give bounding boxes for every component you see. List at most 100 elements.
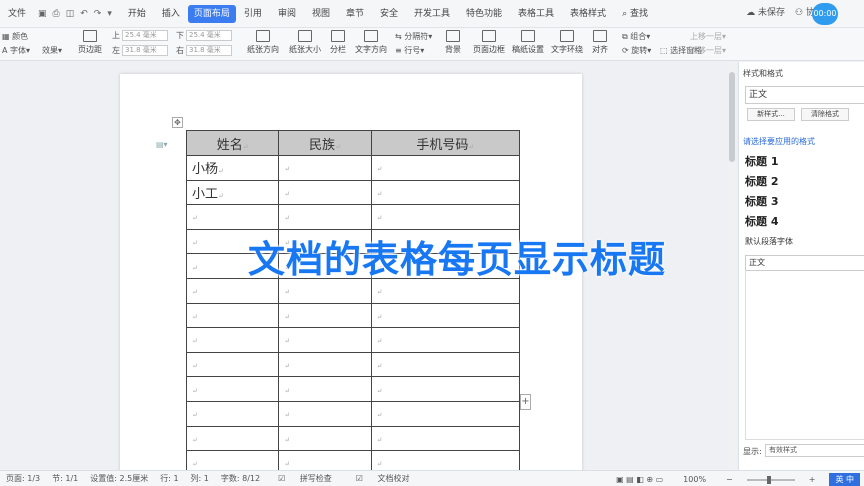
table-cell[interactable]: ↵ (185, 425, 280, 452)
spell-check-toggle[interactable]: ☑ 拼写检查 (266, 473, 344, 484)
style-heading-1[interactable]: 标题 1 (745, 152, 864, 172)
proofread-button[interactable]: ☑ 文档校对 (344, 473, 422, 484)
text-wrap-button[interactable]: 文字环绕 (551, 30, 583, 55)
table-cell[interactable]: ↵ (370, 400, 521, 427)
margins-button[interactable]: 页边距 (78, 30, 102, 55)
header-cell-phone[interactable]: 手机号码↵ (370, 130, 521, 156)
table-cell[interactable]: ↵ (370, 450, 521, 470)
menu-item-insert[interactable]: 插入 (154, 5, 188, 23)
page-border-button[interactable]: 页面边框 (473, 30, 505, 55)
menu-item-page-layout[interactable]: 页面布局 (187, 4, 236, 23)
clear-format-button[interactable]: 清除格式 (801, 108, 849, 121)
table-cell[interactable]: ↵ (185, 376, 280, 402)
bottom-margin-field[interactable]: 25.4 毫米 (186, 30, 232, 41)
text-direction-button[interactable]: 文字方向 (355, 30, 387, 55)
table-cell[interactable]: 小杨↵ (185, 155, 280, 181)
name-table[interactable]: 姓名↵ 民族↵ 手机号码↵ 小杨↵ ↵ ↵ 小工↵ ↵ ↵ ↵ ↵ ↵ ↵ ↵ ↵ ↵ ↵ ↵ ↵ ↵ ↵ ↵ ↵ ↵ ↵… (185, 130, 521, 470)
table-move-handle[interactable]: ✥ (172, 117, 183, 128)
table-cell[interactable]: ↵ (185, 327, 280, 353)
table-cell[interactable]: ↵ (278, 302, 372, 329)
add-row-button[interactable]: + (520, 394, 531, 410)
send-backward-button[interactable]: 下移一层▾ (690, 45, 726, 56)
theme-effect-button[interactable]: 效果▾ (42, 45, 62, 56)
save-icon[interactable]: ▣ (38, 9, 47, 19)
table-cell[interactable]: 小工↵ (185, 179, 280, 206)
scrollbar-thumb[interactable] (729, 72, 735, 162)
undo-icon[interactable]: ↶ (80, 9, 88, 19)
table-cell[interactable]: ↵ (185, 204, 280, 230)
paragraph-options-icon[interactable]: ▤▾ (156, 140, 168, 149)
unsaved-button[interactable]: ☁ 未保存 (746, 5, 785, 18)
grid-paper-button[interactable]: 稿纸设置 (512, 30, 544, 55)
word-count[interactable]: 字数: 8/12 (215, 473, 266, 484)
style-heading-2[interactable]: 标题 2 (745, 172, 864, 192)
avatar[interactable]: 00:00 (812, 3, 838, 25)
right-margin-field[interactable]: 31.8 毫米 (186, 45, 232, 56)
menu-item-features[interactable]: 特色功能 (458, 5, 510, 23)
file-menu[interactable]: 文件 (0, 5, 34, 23)
zoom-slider[interactable] (746, 475, 795, 484)
table-cell[interactable]: ↵ (370, 327, 521, 353)
preview-icon[interactable]: ◫ (66, 9, 75, 19)
zoom-slider-knob[interactable] (766, 475, 771, 484)
style-heading-4[interactable]: 标题 4 (745, 212, 864, 232)
zoom-in-icon[interactable]: + (803, 475, 822, 484)
menu-item-review[interactable]: 审阅 (270, 5, 304, 23)
table-cell[interactable]: ↵ (278, 450, 372, 470)
redo-icon[interactable]: ↷ (94, 9, 102, 19)
table-cell[interactable]: ↵ (370, 179, 521, 206)
style-heading-3[interactable]: 标题 3 (745, 192, 864, 212)
zoom-level[interactable]: 100% (677, 475, 712, 484)
dropdown-icon[interactable]: ▾ (107, 9, 112, 19)
menu-item-table-style[interactable]: 表格样式 (562, 5, 614, 23)
align-button[interactable]: 对齐 (592, 30, 608, 55)
group-button[interactable]: ⧉ 组合▾ (622, 31, 650, 42)
table-cell[interactable]: ↵ (370, 351, 521, 378)
table-cell[interactable]: ↵ (370, 302, 521, 329)
table-cell[interactable]: ↵ (278, 376, 372, 402)
view-mode-icons[interactable]: ▣ ▤ ◧ ⊕ ▭ (610, 475, 669, 484)
show-filter-select[interactable]: 有效样式 (765, 444, 864, 457)
break-button[interactable]: ⇆ 分隔符▾ (395, 31, 432, 42)
vertical-scrollbar[interactable] (728, 62, 736, 470)
table-cell[interactable]: ↵ (278, 155, 372, 181)
menu-item-view[interactable]: 视图 (304, 5, 338, 23)
background-button[interactable]: 背景 (445, 30, 461, 55)
menu-item-chapter[interactable]: 章节 (338, 5, 372, 23)
orientation-button[interactable]: 纸张方向 (247, 30, 279, 55)
new-style-button[interactable]: 新样式... (747, 108, 795, 121)
bring-forward-button[interactable]: 上移一层▾ (690, 31, 726, 42)
current-style-field[interactable]: 正文 (745, 86, 864, 104)
menu-item-start[interactable]: 开始 (120, 5, 154, 23)
theme-font-button[interactable]: A 字体▾ (2, 45, 30, 56)
table-cell[interactable]: ↵ (185, 400, 280, 427)
zoom-out-icon[interactable]: − (720, 475, 739, 484)
left-margin-field[interactable]: 31.8 毫米 (122, 45, 168, 56)
menu-item-reference[interactable]: 引用 (236, 5, 270, 23)
table-cell[interactable]: ↵ (185, 450, 280, 470)
menu-item-table-tools[interactable]: 表格工具 (510, 5, 562, 23)
columns-button[interactable]: 分栏 (330, 30, 346, 55)
search-box[interactable]: ⌕ 查找 (614, 5, 656, 23)
header-cell-name[interactable]: 姓名↵ (185, 130, 280, 156)
ime-indicator[interactable]: 英 中 (829, 473, 860, 486)
theme-color-button[interactable]: ▦ 颜色 (2, 31, 28, 42)
style-body[interactable]: 正文 (745, 255, 864, 271)
table-cell[interactable]: ↵ (370, 425, 521, 452)
line-number-button[interactable]: ≡ 行号▾ (395, 45, 424, 56)
table-cell[interactable]: ↵ (185, 302, 280, 329)
top-margin-field[interactable]: 25.4 毫米 (122, 30, 168, 41)
menu-item-security[interactable]: 安全 (372, 5, 406, 23)
table-cell[interactable]: ↵ (370, 155, 521, 181)
table-cell[interactable]: ↵ (278, 425, 372, 452)
table-cell[interactable]: ↵ (370, 376, 521, 402)
table-cell[interactable]: ↵ (278, 327, 372, 353)
paper-size-button[interactable]: 纸张大小 (289, 30, 321, 55)
page-indicator[interactable]: 页面: 1/3 (0, 473, 46, 484)
table-cell[interactable]: ↵ (185, 351, 280, 378)
table-cell[interactable]: ↵ (278, 179, 372, 206)
print-icon[interactable]: ⎙ (53, 9, 60, 19)
table-cell[interactable]: ↵ (278, 351, 372, 378)
rotate-button[interactable]: ⟳ 旋转▾ (622, 45, 651, 56)
table-cell[interactable]: ↵ (278, 400, 372, 427)
